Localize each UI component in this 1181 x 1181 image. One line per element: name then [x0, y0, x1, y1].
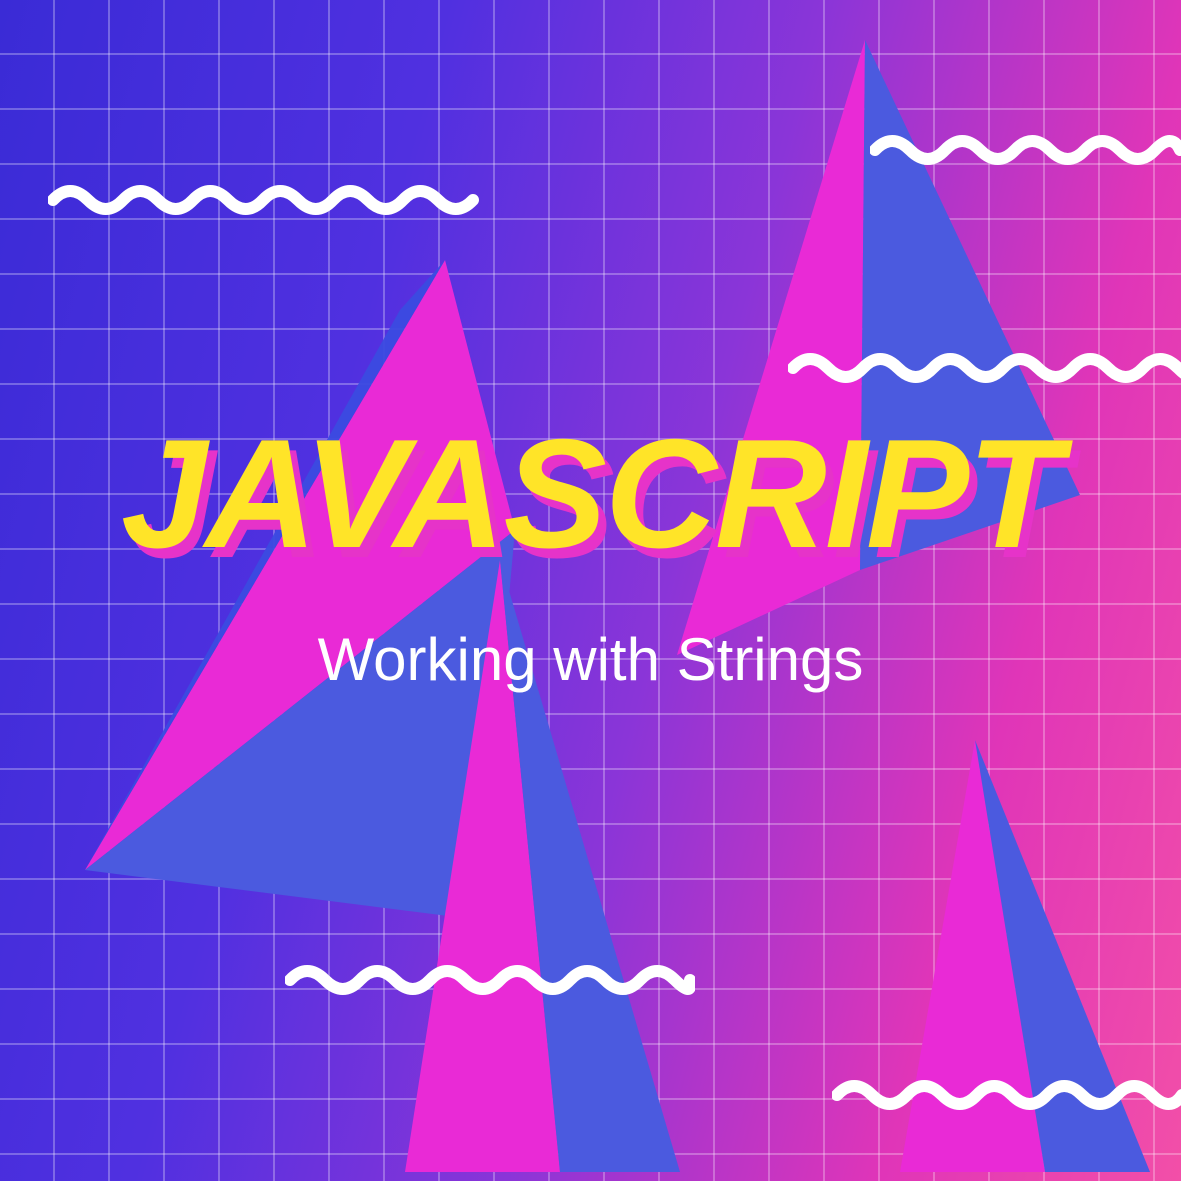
squiggle-bottom-right	[832, 1075, 1181, 1115]
squiggle-mid-right	[788, 348, 1181, 388]
title: JAVASCRIPT	[121, 420, 1060, 567]
text-block: JAVASCRIPT Working with Strings	[0, 420, 1181, 694]
squiggle-top-right	[870, 130, 1181, 170]
squiggle-bottom-center	[285, 960, 695, 1000]
squiggle-top-left	[48, 180, 488, 220]
subtitle: Working with Strings	[0, 625, 1181, 694]
poster-canvas: JAVASCRIPT Working with Strings	[0, 0, 1181, 1181]
